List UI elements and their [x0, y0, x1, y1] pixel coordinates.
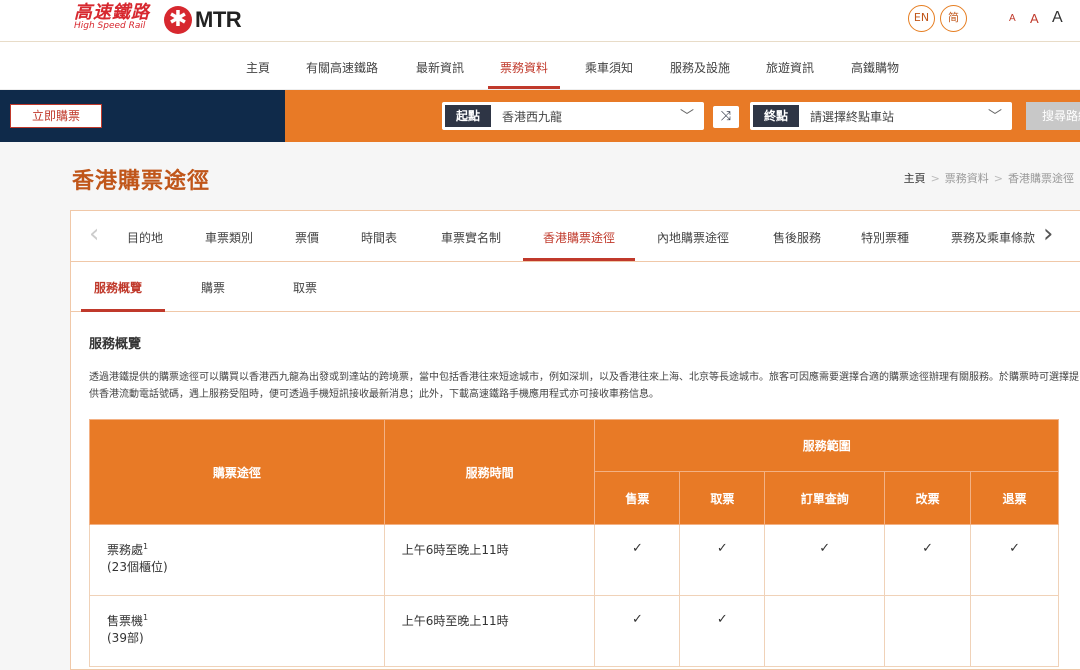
chevron-down-icon: ﹀ — [680, 109, 694, 125]
subtab-purchase[interactable]: 購票 — [201, 279, 225, 296]
tab-terms[interactable]: 票務及乘車條款 — [951, 229, 1035, 246]
check-cell: ✓ — [679, 595, 766, 667]
tab-special-tickets[interactable]: 特別票種 — [861, 229, 909, 246]
lang-sc-button[interactable]: 简 — [940, 5, 967, 32]
check-cell — [764, 595, 886, 667]
font-size-large-button[interactable]: A — [1052, 9, 1063, 27]
content-card: ‹ 目的地 車票類別 票價 時間表 車票實名制 香港購票途徑 內地購票途徑 售後… — [70, 210, 1080, 670]
mtr-logo-text: MTR — [195, 7, 242, 32]
buy-ticket-button[interactable]: 立即購票 — [10, 104, 102, 128]
check-cell: ✓ — [970, 524, 1059, 596]
subtab-collect[interactable]: 取票 — [293, 279, 317, 296]
nav-item-travel-info[interactable]: 乘車須知 — [585, 59, 633, 76]
header-channel: 購票途徑 — [89, 419, 385, 525]
tab-ticket-types[interactable]: 車票類別 — [205, 229, 253, 246]
hsr-logo-en: High Speed Rail — [74, 21, 146, 31]
destination-tag: 終點 — [753, 105, 800, 127]
subtab-overview[interactable]: 服務概覽 — [94, 279, 142, 296]
table-row: 售票機1 (39部) 上午6時至晚上11時 ✓ ✓ — [89, 595, 1059, 667]
search-route-button[interactable]: 搜尋路線 — [1026, 102, 1080, 130]
tab-hk-purchase[interactable]: 香港購票途徑 — [543, 229, 615, 246]
channel-name: 售票機 — [107, 614, 144, 628]
header-refund: 退票 — [970, 471, 1059, 525]
header-sell: 售票 — [594, 471, 681, 525]
breadcrumb-home[interactable]: 主頁 — [904, 172, 926, 185]
hsr-logo[interactable]: 高速鐵路 High Speed Rail — [74, 4, 150, 31]
nav-active-indicator — [488, 86, 560, 89]
origin-tag: 起點 — [445, 105, 492, 127]
header-change: 改票 — [884, 471, 972, 525]
top-header: 高速鐵路 High Speed Rail ✱ MTR EN 简 A A A — [0, 0, 1080, 42]
check-cell — [884, 595, 972, 667]
nav-item-services[interactable]: 服務及設施 — [670, 59, 730, 76]
chevron-left-icon[interactable]: ‹ — [89, 221, 99, 247]
font-size-medium-button[interactable]: A — [1030, 11, 1039, 26]
channel-cell: 票務處1 (23個櫃位) — [89, 524, 385, 596]
check-cell: ✓ — [764, 524, 886, 596]
breadcrumb-current: 香港購票途徑 — [1008, 172, 1074, 185]
origin-select[interactable]: 起點 香港西九龍 ﹀ — [442, 102, 704, 130]
channel-sub: (23個櫃位) — [107, 559, 168, 574]
tab-fares[interactable]: 票價 — [295, 229, 319, 246]
category-tabs: ‹ 目的地 車票類別 票價 時間表 車票實名制 香港購票途徑 內地購票途徑 售後… — [71, 211, 1080, 262]
footnote-marker: 1 — [143, 542, 149, 551]
check-cell: ✓ — [594, 595, 681, 667]
hsr-logo-zh: 高速鐵路 — [74, 2, 150, 23]
chevron-down-icon: ﹀ — [988, 109, 1002, 125]
main-nav: 主頁 有關高速鐵路 最新資訊 票務資料 乘車須知 服務及設施 旅遊資訊 高鐵購物 — [0, 42, 1080, 90]
breadcrumb-separator: > — [930, 172, 940, 185]
hours-cell: 上午6時至晚上11時 — [383, 595, 596, 667]
nav-item-about[interactable]: 有關高速鐵路 — [306, 59, 378, 76]
destination-select[interactable]: 終點 請選擇終點車站 ﹀ — [750, 102, 1012, 130]
check-cell: ✓ — [679, 524, 766, 596]
tab-active-indicator — [523, 258, 635, 261]
service-table: 購票途徑 服務時間 服務範圍 售票 取票 訂單查詢 改票 退票 票務處1 (23… — [89, 419, 1059, 667]
tab-real-name[interactable]: 車票實名制 — [441, 229, 501, 246]
origin-value: 香港西九龍 — [502, 110, 563, 124]
tab-mainland-purchase[interactable]: 內地購票途徑 — [657, 229, 729, 246]
nav-item-home[interactable]: 主頁 — [246, 59, 270, 76]
breadcrumb-separator: > — [993, 172, 1003, 185]
check-cell: ✓ — [884, 524, 972, 596]
section-description: 透過港鐵提供的購票途徑可以購買以香港西九龍為出發或到達站的跨境票，當中包括香港往… — [89, 372, 1079, 400]
tab-after-sales[interactable]: 售後服務 — [773, 229, 821, 246]
header-scope: 服務範圍 — [594, 419, 1059, 472]
section-title: 服務概覽 — [89, 337, 142, 352]
tab-destination[interactable]: 目的地 — [127, 229, 163, 246]
channel-name: 票務處 — [107, 543, 144, 557]
chevron-right-icon[interactable]: › — [1043, 221, 1053, 247]
tab-timetable[interactable]: 時間表 — [361, 229, 397, 246]
hours-cell: 上午6時至晚上11時 — [383, 524, 596, 596]
breadcrumb: 主頁 > 票務資料 > 香港購票途徑 — [904, 170, 1074, 186]
channel-cell: 售票機1 (39部) — [89, 595, 385, 667]
mtr-symbol-icon: ✱ — [164, 6, 192, 34]
channel-sub: (39部) — [107, 630, 144, 645]
subtab-active-indicator — [81, 309, 165, 312]
breadcrumb-ticketing[interactable]: 票務資料 — [945, 172, 989, 185]
nav-item-news[interactable]: 最新資訊 — [416, 59, 464, 76]
font-size-small-button[interactable]: A — [1009, 13, 1016, 24]
table-row: 票務處1 (23個櫃位) 上午6時至晚上11時 ✓ ✓ ✓ ✓ ✓ — [89, 524, 1059, 596]
header-collect: 取票 — [679, 471, 766, 525]
header-order-enquiry: 訂單查詢 — [764, 471, 886, 525]
check-cell — [970, 595, 1059, 667]
footnote-marker: 1 — [143, 613, 149, 622]
mtr-logo[interactable]: ✱ MTR — [164, 6, 242, 34]
booking-bar: 立即購票 起點 香港西九龍 ﹀ ⤨ 終點 請選擇終點車站 ﹀ 搜尋路線 — [0, 90, 1080, 142]
nav-item-shopping[interactable]: 高鐵購物 — [851, 59, 899, 76]
swap-icon[interactable]: ⤨ — [713, 106, 739, 128]
sub-tabs: 服務概覽 購票 取票 — [71, 262, 1080, 312]
nav-item-ticketing[interactable]: 票務資料 — [500, 59, 548, 76]
page-title: 香港購票途徑 — [72, 169, 211, 194]
nav-item-tourism[interactable]: 旅遊資訊 — [766, 59, 814, 76]
lang-en-button[interactable]: EN — [908, 5, 935, 32]
destination-placeholder: 請選擇終點車站 — [810, 110, 895, 124]
check-cell: ✓ — [594, 524, 681, 596]
header-hours: 服務時間 — [383, 419, 596, 525]
